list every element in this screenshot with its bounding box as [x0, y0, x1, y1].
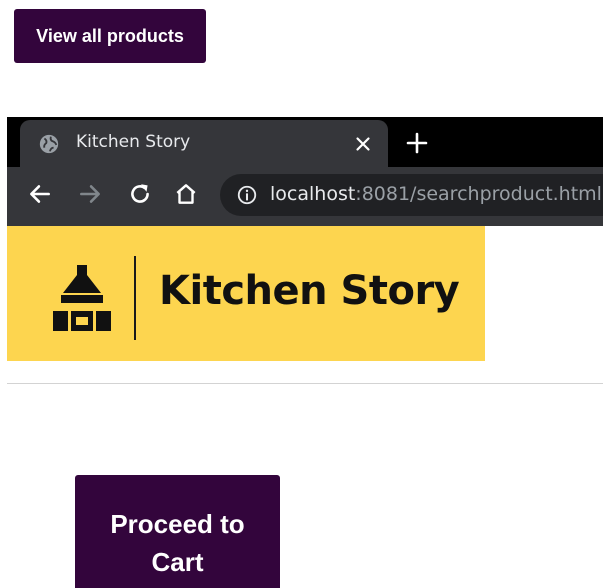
reload-icon[interactable]	[127, 181, 153, 207]
tab-title: Kitchen Story	[76, 132, 191, 152]
back-arrow-icon[interactable]	[27, 181, 53, 207]
home-icon[interactable]	[173, 181, 199, 207]
url-path: :8081/searchproduct.html	[355, 183, 602, 205]
proceed-label-line1: Proceed to	[110, 509, 245, 539]
view-all-products-button[interactable]: View all products	[14, 9, 206, 63]
forward-arrow-icon[interactable]	[77, 181, 103, 207]
tab-strip: Kitchen Story	[7, 117, 603, 167]
brand-name: Kitchen Story	[159, 268, 460, 314]
section-divider	[7, 383, 603, 384]
url-text: localhost:8081/searchproduct.html	[270, 183, 602, 205]
browser-toolbar: localhost:8081/searchproduct.html	[7, 167, 603, 226]
proceed-to-cart-button[interactable]: Proceed to Cart	[75, 475, 280, 588]
url-host: localhost	[270, 183, 356, 205]
logo-divider	[134, 256, 136, 340]
address-bar[interactable]: localhost:8081/searchproduct.html	[220, 174, 603, 216]
kitchen-logo-icon	[53, 265, 111, 331]
proceed-label-line2: Cart	[151, 547, 204, 577]
info-icon[interactable]	[236, 184, 258, 206]
globe-icon	[39, 134, 59, 154]
close-icon[interactable]	[352, 133, 374, 155]
brand-banner: Kitchen Story	[7, 226, 485, 361]
plus-icon[interactable]	[405, 131, 429, 155]
browser-screenshot: Kitchen Story localhost:8081/searchprodu…	[7, 117, 603, 226]
browser-tab[interactable]: Kitchen Story	[20, 120, 388, 167]
